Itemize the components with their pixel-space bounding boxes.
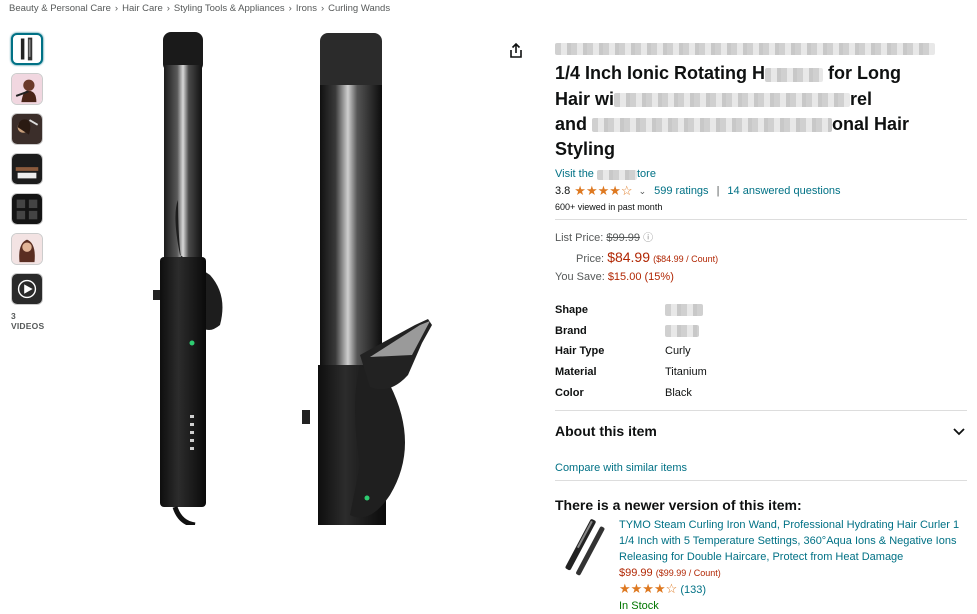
spec-key: Hair Type — [555, 345, 605, 358]
about-this-item-toggle[interactable]: About this item — [555, 423, 967, 439]
savings-value: $15.00 (15%) — [607, 271, 674, 284]
spec-key: Brand — [555, 324, 587, 337]
newer-product-info: TYMO Steam Curling Iron Wand, Profession… — [619, 517, 967, 614]
breadcrumb-separator: › — [320, 3, 325, 14]
thumbnail-5[interactable] — [11, 193, 43, 225]
price-row: Price: $84.99 ($84.99 / Count) — [555, 248, 967, 268]
star-rating-icon[interactable]: ★★★★☆ — [619, 581, 677, 596]
title-text: Styling — [555, 139, 616, 160]
breadcrumb-styling-tools[interactable]: Styling Tools & Appliances — [174, 3, 285, 14]
thumbnail-3[interactable] — [11, 113, 43, 145]
viewed-count: 600+ viewed in past month — [555, 202, 663, 213]
divider: | — [716, 185, 720, 198]
spec-row: Brand — [555, 320, 967, 341]
title-text: and — [555, 113, 588, 134]
redacted-text — [614, 92, 851, 107]
list-price-label: List Price: — [555, 232, 604, 245]
list-price-row: List Price: $99.99 ⓘ — [555, 229, 967, 248]
price-value: $84.99 — [607, 249, 651, 266]
spec-key: Color — [555, 387, 584, 400]
redacted-text — [592, 118, 833, 133]
product-specs: Shape Brand Hair Type Curly Material Titan… — [555, 299, 967, 403]
answered-questions-link[interactable]: 14 answered questions — [727, 185, 840, 197]
spec-row: Hair Type Curly — [555, 341, 967, 362]
store-link-prefix[interactable]: Visit the — [555, 168, 594, 180]
newer-price-value: $99.99 — [619, 567, 653, 580]
divider — [555, 219, 967, 221]
price-block: List Price: $99.99 ⓘ Price: $84.99 ($84.… — [555, 229, 967, 286]
redacted-text — [555, 43, 935, 56]
breadcrumb-beauty[interactable]: Beauty & Personal Care — [9, 3, 111, 14]
thumbnail-6[interactable] — [11, 233, 43, 265]
breadcrumb-separator: › — [114, 3, 119, 14]
ratings-link[interactable]: 599 ratings — [654, 185, 708, 197]
chevron-down-icon[interactable]: ⌄ — [639, 186, 647, 197]
title-text: Hair wi — [555, 88, 615, 109]
spec-value: Black — [665, 387, 692, 400]
price-label: Price: — [576, 253, 605, 266]
newer-product-title-link[interactable]: TYMO Steam Curling Iron Wand, Profession… — [619, 517, 967, 565]
breadcrumb-curling-wands[interactable]: Curling Wands — [328, 3, 390, 14]
product-details: 1/4 Inch Ionic Rotating H for Long Hair … — [555, 36, 967, 614]
breadcrumb-separator: › — [166, 3, 170, 14]
breadcrumb-irons[interactable]: Irons — [296, 3, 317, 14]
title-text: rel — [850, 88, 873, 109]
chevron-down-icon[interactable] — [953, 424, 965, 439]
videos-count-label[interactable]: 3 VIDEOS — [11, 311, 47, 331]
divider — [555, 410, 967, 412]
spec-row: Material Titanium — [555, 362, 967, 383]
image-gallery-thumbnails: 3 VIDEOS — [11, 33, 47, 331]
title-text: for Long — [828, 63, 902, 84]
title-text: onal Hair — [832, 113, 910, 134]
spec-key: Shape — [555, 303, 589, 316]
thumbnail-1[interactable] — [11, 33, 43, 65]
savings-row: You Save: $15.00 (15%) — [555, 268, 967, 286]
thumbnail-2[interactable] — [11, 73, 43, 105]
redacted-text — [665, 303, 703, 316]
store-link[interactable]: Visit the tore — [555, 168, 967, 180]
spec-value: Titanium — [665, 366, 707, 379]
redacted-text — [597, 169, 637, 180]
share-icon[interactable] — [507, 42, 525, 60]
spec-row: Shape — [555, 299, 967, 320]
compare-similar-link[interactable]: Compare with similar items — [555, 462, 967, 474]
info-icon[interactable]: ⓘ — [643, 233, 653, 244]
newer-ratings-count-link[interactable]: (133) — [680, 584, 706, 596]
redacted-text — [765, 67, 824, 82]
video-thumbnail[interactable] — [11, 273, 43, 305]
title-text: 1/4 Inch Ionic Rotating H — [555, 63, 766, 84]
about-this-item-label[interactable]: About this item — [555, 423, 657, 439]
star-rating-icon[interactable]: ★★★★☆ — [574, 183, 632, 199]
newer-price-unit: ($99.99 / Count) — [655, 568, 721, 579]
breadcrumb-hair-care[interactable]: Hair Care — [122, 3, 163, 14]
stock-status: In Stock — [619, 600, 659, 613]
list-price-value: $99.99 — [606, 232, 641, 245]
newer-product-image[interactable] — [555, 517, 615, 577]
store-link-suffix[interactable]: tore — [637, 168, 656, 180]
newer-version-heading: There is a newer version of this item: — [555, 497, 802, 514]
spec-key: Material — [555, 366, 597, 379]
newer-rating-row: ★★★★☆ (133) — [619, 581, 967, 598]
rating-row: 3.8 ★★★★☆ ⌄ 599 ratings | 14 answered qu… — [555, 183, 967, 199]
curling-wand-image — [153, 32, 432, 528]
spec-value: Curly — [665, 345, 691, 358]
price-per-unit: ($84.99 / Count) — [653, 254, 719, 265]
rating-value: 3.8 — [555, 185, 571, 198]
newer-product-price: $99.99 ($99.99 / Count) — [619, 565, 967, 581]
savings-label: You Save: — [555, 271, 605, 284]
product-title: 1/4 Inch Ionic Rotating H for Long Hair … — [555, 36, 967, 162]
divider — [555, 480, 967, 482]
newer-version-card: TYMO Steam Curling Iron Wand, Profession… — [555, 517, 967, 614]
spec-row: Color Black — [555, 383, 967, 404]
redacted-text — [665, 324, 699, 337]
breadcrumb: Beauty & Personal Care › Hair Care › Styling… — [9, 3, 390, 14]
main-product-image[interactable] — [60, 25, 500, 528]
thumbnail-4[interactable] — [11, 153, 43, 185]
breadcrumb-separator: › — [288, 3, 292, 14]
